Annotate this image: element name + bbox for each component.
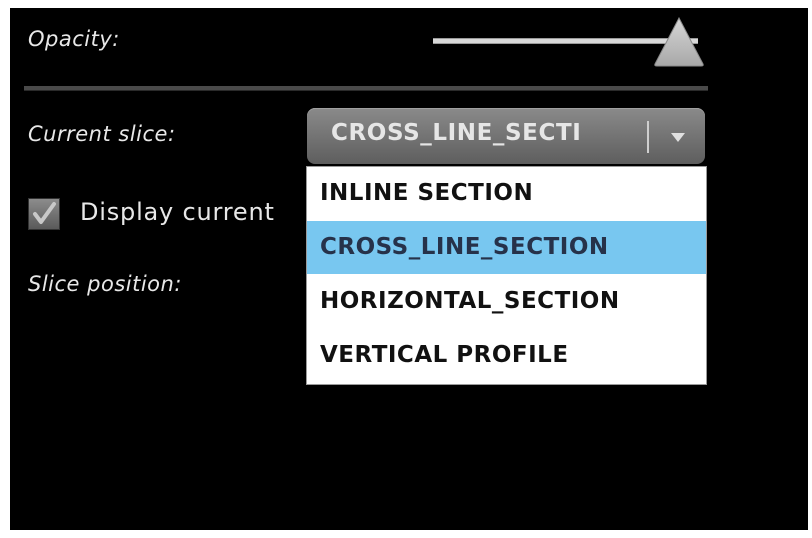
display-current-checkbox[interactable] bbox=[28, 198, 60, 230]
option-cross-line-section[interactable]: CROSS_LINE_SECTION bbox=[307, 221, 706, 274]
slice-settings-panel: Opacity: Current slice: CROSS_LINE_SECTI… bbox=[10, 8, 808, 530]
slice-options-list: INLINE SECTION CROSS_LINE_SECTION HORIZO… bbox=[306, 166, 707, 385]
section-divider bbox=[24, 86, 708, 91]
chevron-down-icon[interactable] bbox=[663, 122, 693, 152]
current-slice-dropdown[interactable]: CROSS_LINE_SECTI bbox=[307, 108, 705, 164]
slice-position-label: Slice position: bbox=[28, 272, 182, 296]
opacity-label: Opacity: bbox=[28, 27, 120, 51]
current-slice-value: CROSS_LINE_SECTI bbox=[331, 120, 582, 146]
option-inline-section[interactable]: INLINE SECTION bbox=[307, 167, 706, 220]
display-current-label: Display current bbox=[80, 198, 275, 226]
current-slice-label: Current slice: bbox=[28, 122, 176, 146]
dropdown-separator bbox=[647, 121, 649, 153]
opacity-slider-thumb-icon[interactable] bbox=[653, 16, 705, 68]
checkmark-icon bbox=[33, 202, 56, 224]
option-horizontal-section[interactable]: HORIZONTAL_SECTION bbox=[307, 275, 706, 328]
option-vertical-profile[interactable]: VERTICAL PROFILE bbox=[307, 329, 706, 382]
